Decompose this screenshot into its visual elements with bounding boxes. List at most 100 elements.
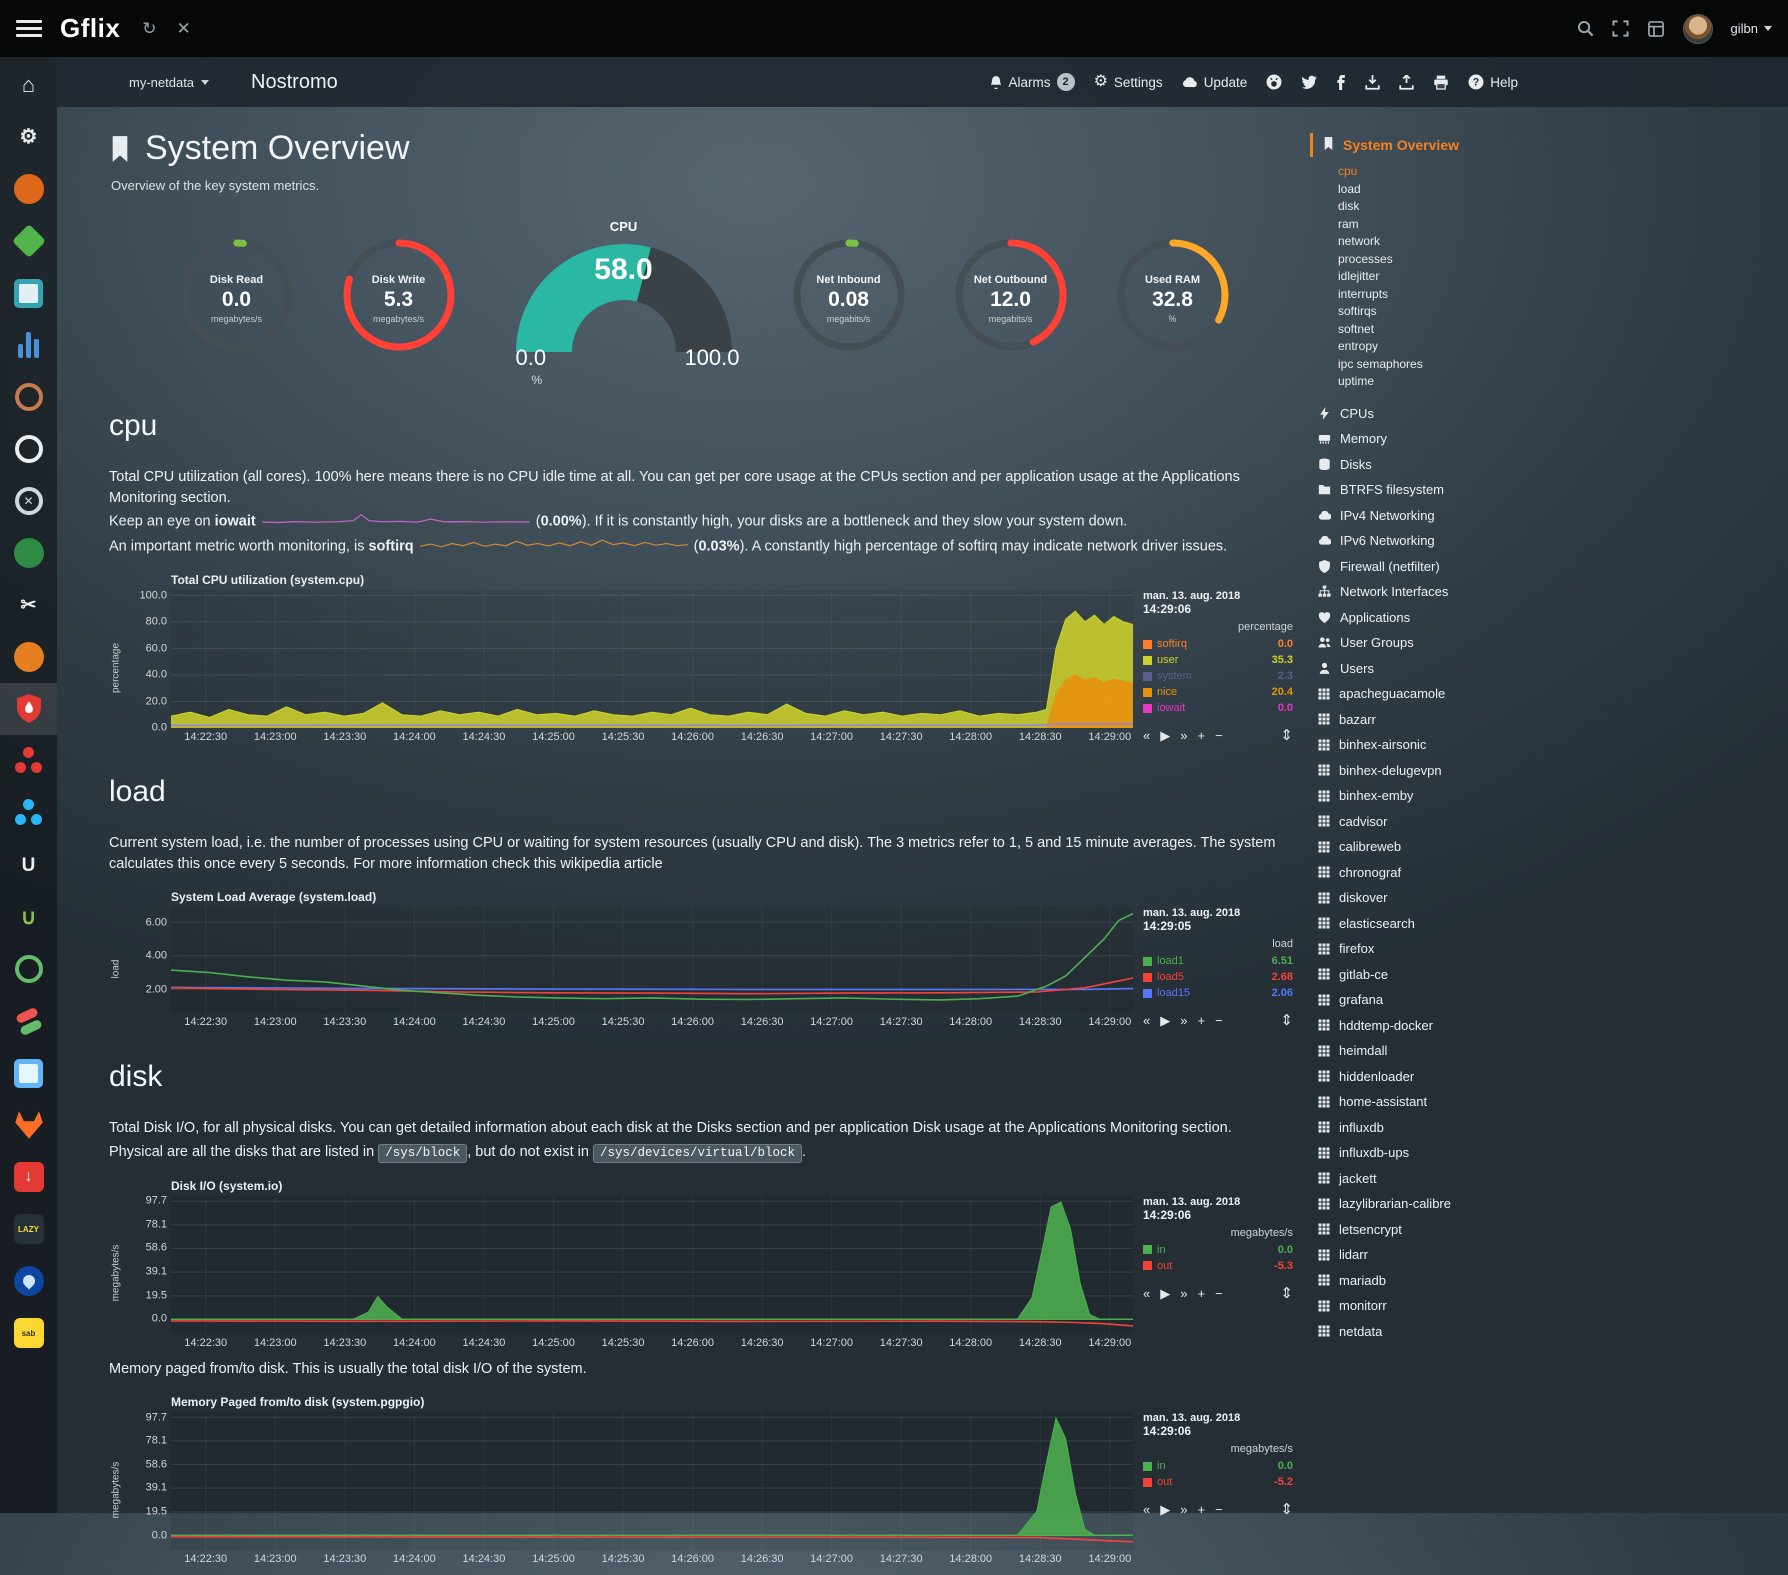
sidebar-app-airsonic[interactable] [0,319,57,371]
menu-subitem-network[interactable]: network [1338,233,1562,251]
menu-item-home-assistant[interactable]: home-assistant [1316,1089,1562,1115]
chart-pan-right-button[interactable]: » [1180,1014,1187,1027]
menu-item-influxdb-ups[interactable]: influxdb-ups [1316,1140,1562,1166]
chart-pan-left-button[interactable]: « [1143,1287,1150,1300]
chart-pan-right-button[interactable]: » [1180,1503,1187,1516]
menu-item-diskover[interactable]: diskover [1316,885,1562,911]
wikipedia-link[interactable]: wikipedia article [560,856,662,872]
avatar[interactable] [1683,14,1713,44]
menu-item-btrfs-filesystem[interactable]: BTRFS filesystem [1316,477,1562,503]
menu-item-elasticsearch[interactable]: elasticsearch [1316,911,1562,937]
sidebar-app-ubooquity[interactable] [0,631,57,683]
gauge-cpu[interactable]: CPU 58.0 0.0 100.0 % [506,219,742,379]
menu-subitem-softnet[interactable]: softnet [1338,321,1562,339]
menu-item-binhex-delugevpn[interactable]: binhex-delugevpn [1316,758,1562,784]
print-button[interactable] [1433,75,1449,90]
menu-item-letsencrypt[interactable]: letsencrypt [1316,1217,1562,1243]
menu-item-firefox[interactable]: firefox [1316,936,1562,962]
chart-resize-handle[interactable]: ⇕ [1280,1286,1293,1301]
menu-item-lidarr[interactable]: lidarr [1316,1242,1562,1268]
legend-softirq[interactable]: softirq0.0 [1143,636,1293,652]
menu-item-network-interfaces[interactable]: Network Interfaces [1316,579,1562,605]
chart-plot-area[interactable] [171,1412,1133,1550]
menu-item-hddtemp-docker[interactable]: hddtemp-docker [1316,1013,1562,1039]
user-menu[interactable]: gilbn [1731,21,1772,36]
legend-load5[interactable]: load52.68 [1143,969,1293,985]
menu-item-firewall-netfilter-[interactable]: Firewall (netfilter) [1316,554,1562,580]
gauge-disk-read[interactable]: Disk Read0.0megabytes/s [168,235,306,363]
menu-subitem-idlejitter[interactable]: idlejitter [1338,268,1562,286]
chart-play-button[interactable]: ▶ [1160,1287,1170,1300]
gauge-net-inbound[interactable]: Net Inbound0.08megabits/s [780,235,918,363]
sidebar-app-ombi[interactable] [0,163,57,215]
menu-item-binhex-airsonic[interactable]: binhex-airsonic [1316,732,1562,758]
chart-resize-handle[interactable]: ⇕ [1280,1013,1293,1028]
chart-pan-right-button[interactable]: » [1180,1287,1187,1300]
menu-item-gitlab-ce[interactable]: gitlab-ce [1316,962,1562,988]
legend-out[interactable]: out-5.2 [1143,1474,1293,1490]
sidebar-app-netdata[interactable] [0,683,57,735]
legend-nice[interactable]: nice20.4 [1143,684,1293,700]
menu-item-disks[interactable]: Disks [1316,452,1562,478]
chart-play-button[interactable]: ▶ [1160,729,1170,742]
chart-pan-left-button[interactable]: « [1143,729,1150,742]
sidebar-app-couchpotato[interactable]: ✂ [0,579,57,631]
menu-item-apacheguacamole[interactable]: apacheguacamole [1316,681,1562,707]
sidebar-app-green-hook-app[interactable]: ∪ [0,891,57,943]
gauge-disk-write[interactable]: Disk Write5.3megabytes/s [330,235,468,363]
menu-item-ipv4-networking[interactable]: IPv4 Networking [1316,503,1562,529]
hamburger-menu-icon[interactable] [16,20,42,37]
tab-editor-icon[interactable] [1647,21,1665,37]
menu-item-lazylibrarian-calibre[interactable]: lazylibrarian-calibre [1316,1191,1562,1217]
chart-zoom-in-button[interactable]: + [1197,1503,1205,1516]
menu-item-applications[interactable]: Applications [1316,605,1562,631]
menu-subitem-cpu[interactable]: cpu [1338,163,1562,181]
refresh-icon[interactable]: ↻ [142,20,156,37]
chart-play-button[interactable]: ▶ [1160,1014,1170,1027]
menu-item-influxdb[interactable]: influxdb [1316,1115,1562,1141]
chart-resize-handle[interactable]: ⇕ [1280,1502,1293,1517]
menu-subitem-uptime[interactable]: uptime [1338,373,1562,391]
menu-item-hiddenloader[interactable]: hiddenloader [1316,1064,1562,1090]
menu-item-heimdall[interactable]: heimdall [1316,1038,1562,1064]
menu-item-cpus[interactable]: CPUs [1316,401,1562,427]
chart-zoom-in-button[interactable]: + [1197,1014,1205,1027]
legend-load15[interactable]: load152.06 [1143,985,1293,1001]
alarms-button[interactable]: Alarms 2 [989,73,1075,91]
menu-subitem-interrupts[interactable]: interrupts [1338,286,1562,304]
sidebar-app-water-drop-app[interactable] [0,1255,57,1307]
menu-item-calibreweb[interactable]: calibreweb [1316,834,1562,860]
chart-zoom-out-button[interactable]: − [1215,1014,1223,1027]
chart-resize-handle[interactable]: ⇕ [1280,728,1293,743]
menu-subitem-ipc-semaphores[interactable]: ipc semaphores [1338,356,1562,374]
chart-zoom-in-button[interactable]: + [1197,729,1205,742]
sidebar-app-green-ring-app[interactable] [0,943,57,995]
menu-item-monitorr[interactable]: monitorr [1316,1293,1562,1319]
sidebar-app-plex[interactable]: ✕ [0,475,57,527]
sidebar-app-home[interactable]: ⌂ [0,59,57,111]
menu-item-users[interactable]: Users [1316,656,1562,682]
menu-item-bazarr[interactable]: bazarr [1316,707,1562,733]
facebook-button[interactable] [1336,75,1346,90]
settings-button[interactable]: ⚙Settings [1094,74,1163,90]
menu-subitem-disk[interactable]: disk [1338,198,1562,216]
sidebar-app-sabnzbd[interactable]: sab [0,1307,57,1359]
chart-pan-left-button[interactable]: « [1143,1014,1150,1027]
server-dropdown[interactable]: my-netdata [85,75,223,90]
menu-item-user-groups[interactable]: User Groups [1316,630,1562,656]
chart-play-button[interactable]: ▶ [1160,1503,1170,1516]
menu-subitem-softirqs[interactable]: softirqs [1338,303,1562,321]
sidebar-app-trakt[interactable] [0,423,57,475]
twitter-button[interactable] [1301,75,1317,89]
sidebar-app-unraid[interactable]: U [0,839,57,891]
menu-item-memory[interactable]: Memory [1316,426,1562,452]
sidebar-app-settings[interactable]: ⚙ [0,111,57,163]
chart-pan-left-button[interactable]: « [1143,1503,1150,1516]
github-button[interactable] [1266,74,1282,90]
help-button[interactable]: ? Help [1468,74,1518,90]
menu-item-netdata[interactable]: netdata [1316,1319,1562,1345]
chart-pan-right-button[interactable]: » [1180,729,1187,742]
menu-item-cadvisor[interactable]: cadvisor [1316,809,1562,835]
sidebar-app-duplicati[interactable] [0,267,57,319]
menu-subitem-entropy[interactable]: entropy [1338,338,1562,356]
